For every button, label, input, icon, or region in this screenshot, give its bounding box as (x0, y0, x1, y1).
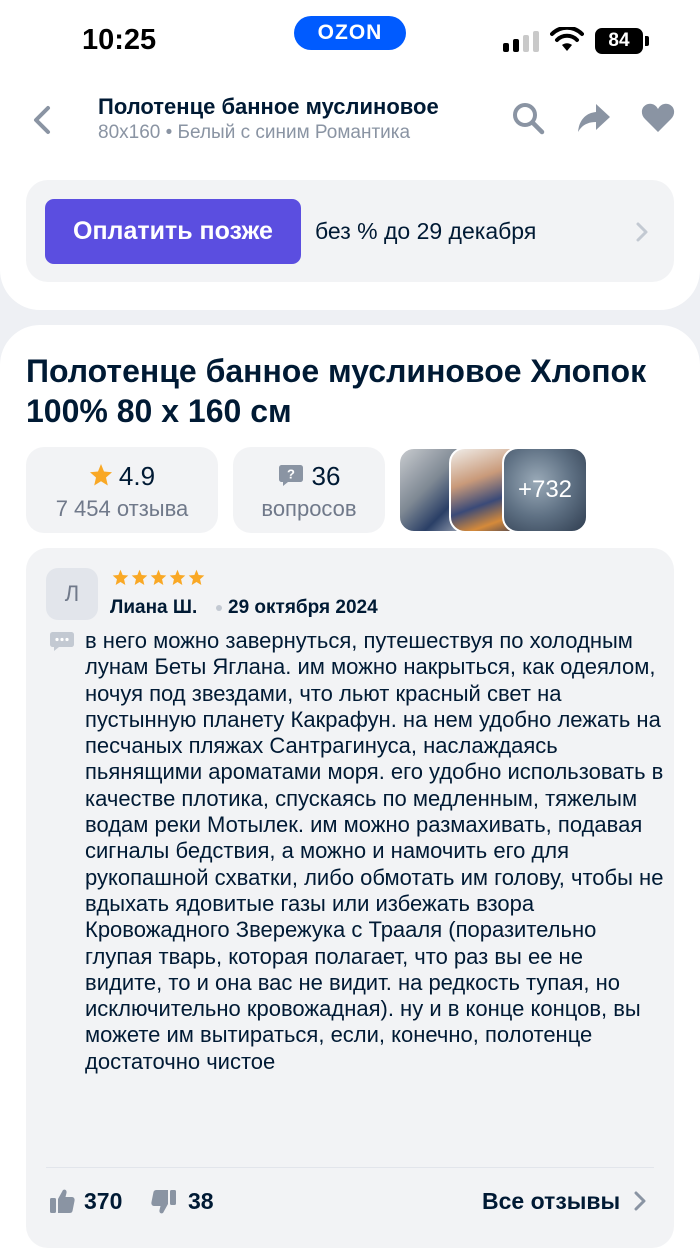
wifi-icon (550, 27, 584, 51)
star-icon (150, 569, 167, 585)
review-stars (112, 569, 207, 585)
likes-count: 370 (84, 1188, 123, 1214)
star-icon (89, 464, 112, 486)
star-icon (112, 569, 129, 585)
star-icon (169, 569, 186, 585)
battery-level: 84 (608, 30, 630, 51)
svg-text:?: ? (287, 467, 295, 482)
reviews-count: 7 454 отзыва (55, 496, 189, 521)
chevron-right-icon (634, 1191, 646, 1211)
star-icon (131, 569, 148, 585)
back-icon[interactable] (22, 100, 62, 140)
search-icon[interactable] (510, 100, 546, 136)
ozon-logo: OZON (294, 16, 406, 50)
pay-later-text: без % до 29 декабря (315, 218, 537, 244)
header-title: Полотенце банное муслиновое (98, 94, 439, 119)
avatar: Л (46, 568, 98, 620)
battery-tip (645, 36, 649, 46)
header-subtitle: 80x160 • Белый с синим Романтика (98, 122, 411, 143)
star-icon (188, 569, 205, 585)
product-section: Полотенце банное муслиновое Хлопок 100% … (0, 325, 700, 1255)
separator-dot (216, 605, 222, 611)
photos-more-button[interactable]: +732 (502, 447, 588, 533)
cellular-signal-icon (503, 30, 541, 52)
product-title: Полотенце банное муслиновое Хлопок 100% … (26, 353, 647, 429)
thumbs-down-icon[interactable] (150, 1188, 178, 1216)
all-reviews-link[interactable]: Все отзывы (482, 1188, 620, 1215)
chevron-right-icon (636, 222, 648, 242)
question-icon: ? (278, 465, 303, 486)
photos-more-count: +732 (517, 476, 573, 503)
pay-later-button[interactable]: Оплатить позже (45, 199, 301, 264)
review-author: Лиана Ш. (110, 597, 198, 618)
questions-count: 36 (311, 461, 341, 491)
questions-box[interactable]: ? 36 вопросов (233, 447, 385, 533)
pay-later-card[interactable]: Оплатить позже без % до 29 декабря (26, 180, 674, 282)
heart-icon[interactable] (640, 100, 676, 136)
review-card: Л Лиана Ш. 29 октября 2024 в него можно … (26, 548, 674, 1248)
comment-icon (50, 632, 74, 651)
review-text: в него можно завернуться, путешествуя по… (85, 628, 664, 1074)
battery-icon: 84 (595, 28, 643, 54)
questions-label: вопросов (261, 496, 357, 521)
rating-value: 4.9 (118, 461, 156, 491)
share-icon[interactable] (576, 100, 612, 136)
review-date: 29 октября 2024 (228, 597, 378, 618)
divider (46, 1167, 654, 1168)
rating-box[interactable]: 4.9 7 454 отзыва (26, 447, 218, 533)
status-time: 10:25 (82, 24, 157, 56)
dislikes-count: 38 (188, 1188, 214, 1214)
top-section: 10:25 OZON 84 Полотенце банное муслиново… (0, 0, 700, 310)
thumbs-up-icon[interactable] (48, 1187, 76, 1215)
